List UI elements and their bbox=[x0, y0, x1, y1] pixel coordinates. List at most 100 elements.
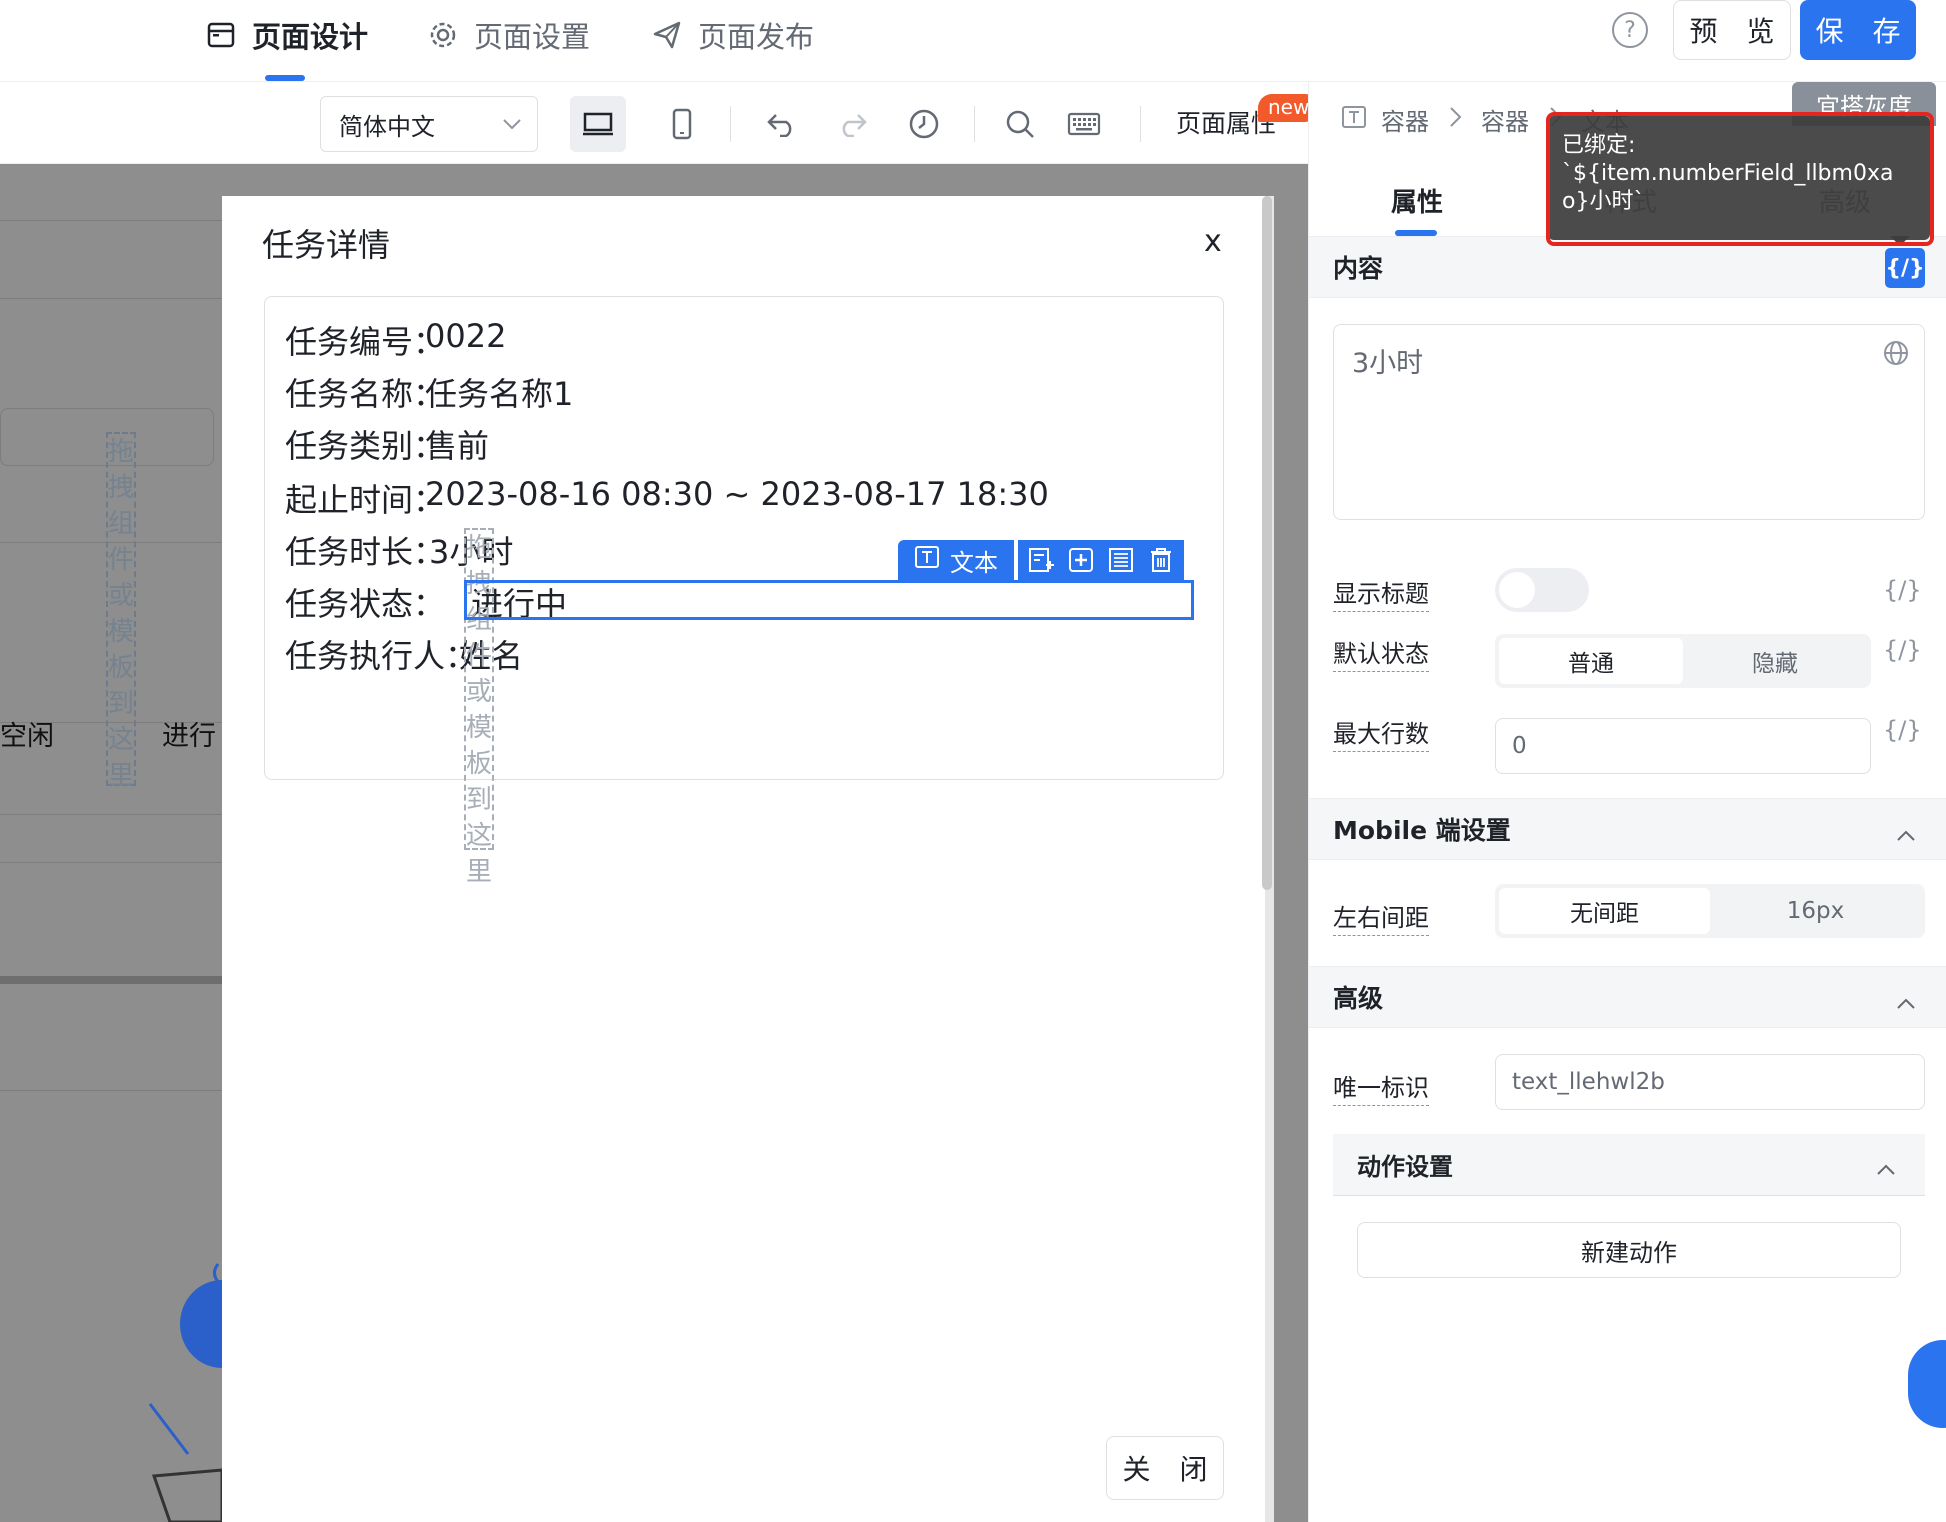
property-panel: 容器 容器 文本 属性 样式 高级 内容 {/} 3小时 显示标题 {/} 默认… bbox=[1308, 82, 1946, 1522]
toolbar-divider bbox=[974, 106, 975, 142]
field-value-time-range[interactable]: 2023-08-16 08:30 ~ 2023-08-17 18:30 bbox=[425, 475, 1049, 513]
gear-icon bbox=[428, 20, 458, 50]
desktop-view-icon[interactable] bbox=[570, 96, 626, 152]
background-divider bbox=[0, 862, 222, 863]
toolbar-divider bbox=[1140, 106, 1141, 142]
field-label-time-range: 起止时间： bbox=[285, 481, 446, 519]
add-child-icon[interactable] bbox=[1064, 543, 1098, 577]
chevron-up-icon bbox=[1895, 821, 1917, 850]
save-button[interactable]: 保 存 bbox=[1800, 0, 1916, 60]
keyboard-icon[interactable] bbox=[1056, 96, 1112, 152]
new-action-button[interactable]: 新建动作 bbox=[1357, 1222, 1901, 1278]
component-type-label[interactable]: 文本 bbox=[898, 540, 1014, 580]
language-select[interactable]: 简体中文 bbox=[320, 96, 538, 152]
text-component-icon bbox=[1341, 105, 1367, 135]
field-label-task-no: 任务编号： bbox=[285, 323, 446, 361]
send-icon bbox=[652, 20, 682, 50]
add-sibling-icon[interactable] bbox=[1024, 543, 1058, 577]
tab-label: 页面设置 bbox=[474, 20, 591, 54]
horizontal-padding-segmented: 无间距 16px bbox=[1495, 884, 1925, 938]
field-value-task-category[interactable]: 售前 bbox=[425, 421, 489, 467]
chevron-up-icon bbox=[1875, 1156, 1897, 1184]
background-divider bbox=[0, 220, 222, 221]
background-divider bbox=[0, 298, 222, 299]
tab-properties[interactable]: 属性 bbox=[1391, 182, 1443, 219]
section-title: 动作设置 bbox=[1357, 1153, 1453, 1181]
preview-button[interactable]: 预 览 bbox=[1673, 0, 1791, 60]
option-no-padding[interactable]: 无间距 bbox=[1499, 888, 1710, 934]
component-toolbar: 文本 bbox=[898, 540, 1184, 580]
section-actions[interactable]: 动作设置 bbox=[1333, 1134, 1925, 1196]
background-cell-text: 空闲 bbox=[0, 721, 54, 752]
toggle-knob bbox=[1499, 572, 1535, 608]
content-textarea[interactable]: 3小时 bbox=[1333, 324, 1925, 520]
section-advanced[interactable]: 高级 bbox=[1309, 966, 1946, 1028]
horizontal-padding-label: 左右间距 bbox=[1333, 898, 1429, 936]
variable-binding-icon[interactable]: {/} bbox=[1885, 248, 1925, 288]
section-title: Mobile 端设置 bbox=[1333, 816, 1511, 845]
field-label-status: 任务状态： bbox=[285, 585, 446, 623]
toolbar-divider bbox=[730, 106, 731, 142]
close-icon[interactable]: x bbox=[1204, 224, 1222, 259]
redo-icon[interactable] bbox=[824, 96, 880, 152]
copy-icon[interactable] bbox=[1104, 543, 1138, 577]
tab-page-design[interactable]: 页面设计 bbox=[206, 0, 368, 70]
breadcrumb-item[interactable]: 容器 bbox=[1381, 102, 1429, 137]
chevron-right-icon bbox=[1443, 105, 1467, 135]
top-header: 页面设计 页面设置 页面发布 ? 预 览 保 存 bbox=[0, 0, 1946, 82]
section-title: 高级 bbox=[1333, 984, 1384, 1013]
tab-page-publish[interactable]: 页面发布 bbox=[652, 0, 814, 70]
background-divider bbox=[0, 814, 222, 815]
variable-binding-icon[interactable]: {/} bbox=[1883, 716, 1922, 744]
breadcrumb-item[interactable]: 容器 bbox=[1481, 102, 1529, 137]
unique-id-input[interactable]: text_llehwl2b bbox=[1495, 1054, 1925, 1110]
option-normal[interactable]: 普通 bbox=[1499, 638, 1683, 684]
search-icon[interactable] bbox=[992, 96, 1048, 152]
help-icon[interactable]: ? bbox=[1612, 12, 1648, 48]
component-type-text: 文本 bbox=[950, 548, 998, 577]
mobile-view-icon[interactable] bbox=[654, 96, 710, 152]
content-value: 3小时 bbox=[1352, 348, 1424, 379]
selected-component-outline[interactable] bbox=[464, 580, 1194, 620]
tab-page-settings[interactable]: 页面设置 bbox=[428, 0, 590, 70]
show-title-label: 显示标题 bbox=[1333, 574, 1429, 612]
option-16px[interactable]: 16px bbox=[1710, 888, 1921, 934]
field-label-task-category: 任务类别： bbox=[285, 427, 446, 465]
field-value-task-no[interactable]: 0022 bbox=[425, 317, 506, 355]
chevron-down-icon bbox=[501, 113, 523, 141]
unique-id-label: 唯一标识 bbox=[1333, 1068, 1429, 1106]
field-label-duration: 任务时长： bbox=[285, 533, 446, 571]
tab-label: 页面设计 bbox=[252, 20, 369, 54]
background-drop-zone[interactable]: 拖拽组件或模板到这里 bbox=[106, 432, 136, 791]
variable-binding-icon[interactable]: {/} bbox=[1883, 636, 1922, 664]
undo-icon[interactable] bbox=[754, 96, 810, 152]
section-mobile[interactable]: Mobile 端设置 bbox=[1309, 798, 1946, 860]
delete-icon[interactable] bbox=[1144, 543, 1178, 577]
close-button[interactable]: 关 闭 bbox=[1106, 1436, 1224, 1500]
language-value: 简体中文 bbox=[339, 112, 435, 141]
max-lines-input[interactable]: 0 bbox=[1495, 718, 1871, 774]
default-state-segmented: 普通 隐藏 bbox=[1495, 634, 1871, 688]
empty-state-illustration bbox=[148, 1263, 222, 1522]
field-label-assignee: 任务执行人： bbox=[285, 637, 478, 675]
section-title: 内容 bbox=[1333, 254, 1384, 283]
history-icon[interactable] bbox=[896, 96, 952, 152]
detail-card: 任务编号： 0022 任务名称： 任务名称1 任务类别： 售前 起止时间： 20… bbox=[264, 296, 1224, 780]
component-actions bbox=[1018, 540, 1184, 580]
task-detail-modal: 任务详情 x 任务编号： 0022 任务名称： 任务名称1 任务类别： 售前 起… bbox=[222, 196, 1265, 1522]
layout-icon bbox=[206, 20, 236, 50]
variable-binding-icon[interactable]: {/} bbox=[1883, 576, 1922, 604]
globe-icon[interactable] bbox=[1882, 339, 1910, 374]
drop-zone[interactable]: 拖拽组件或模板到这里 bbox=[464, 528, 494, 887]
annotation-highlight-box bbox=[1546, 112, 1934, 246]
editor-toolbar: 简体中文 页面属性 new bbox=[0, 82, 1320, 164]
background-divider-bold bbox=[0, 976, 222, 984]
modal-scrollbar[interactable] bbox=[1262, 196, 1272, 890]
field-value-task-name[interactable]: 任务名称1 bbox=[425, 369, 573, 415]
tab-label: 页面发布 bbox=[698, 20, 815, 54]
field-label-task-name: 任务名称： bbox=[285, 375, 446, 413]
modal-title: 任务详情 bbox=[262, 226, 391, 264]
show-title-toggle[interactable] bbox=[1495, 568, 1589, 612]
active-tab-indicator bbox=[265, 75, 305, 81]
option-hidden[interactable]: 隐藏 bbox=[1683, 638, 1867, 684]
